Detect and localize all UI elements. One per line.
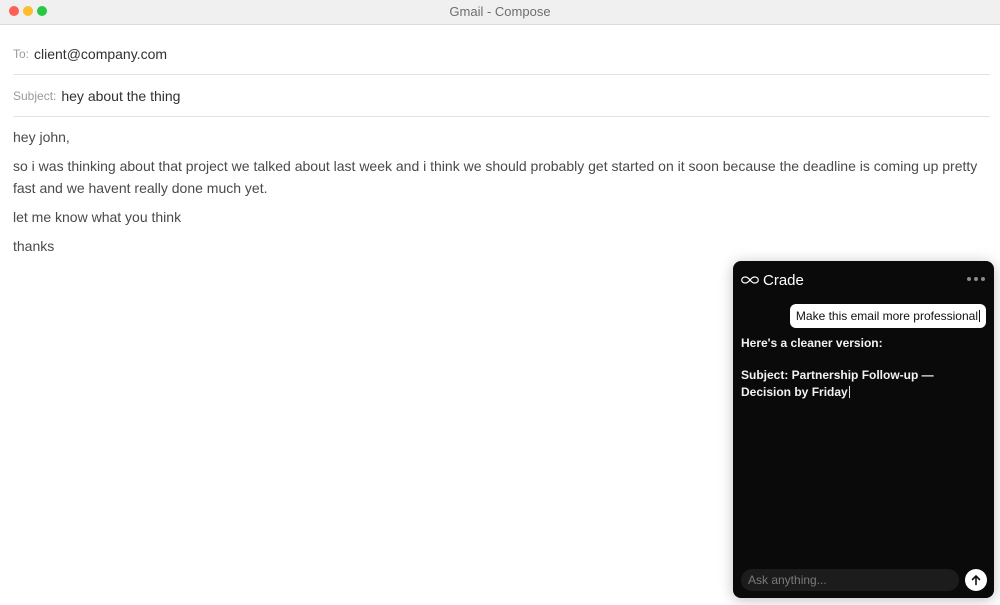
user-message-bubble: Make this email more professional: [789, 304, 986, 328]
email-body-editor[interactable]: hey john, so i was thinking about that p…: [13, 126, 993, 264]
window-title: Gmail - Compose: [449, 4, 551, 19]
window-titlebar: Gmail - Compose: [0, 0, 1000, 25]
body-closing-question: let me know what you think: [13, 209, 182, 225]
response-subject: Subject: Partnership Follow-up — Decisio…: [741, 368, 934, 399]
response-intro: Here's a cleaner version:: [741, 336, 883, 350]
send-button[interactable]: [965, 569, 987, 591]
infinity-icon: [741, 276, 759, 284]
response-subject-block: Subject: Partnership Follow-up — Decisio…: [741, 367, 951, 401]
assistant-name: Crade: [763, 271, 804, 289]
crade-assistant-panel: Crade Make this email more professional …: [733, 261, 994, 598]
body-greeting: hey john,: [13, 129, 70, 145]
body-paragraph: so i was thinking about that project we …: [13, 158, 978, 196]
text-cursor: [979, 310, 980, 322]
subject-field[interactable]: hey about the thing: [61, 88, 180, 104]
to-field[interactable]: client@company.com: [34, 46, 167, 62]
subject-label: Subject:: [13, 88, 57, 103]
user-message-text: Make this email more professional: [795, 309, 978, 323]
subject-field-row[interactable]: Subject: hey about the thing: [13, 75, 990, 117]
to-field-row[interactable]: To: client@company.com: [13, 33, 990, 75]
assistant-response: Here's a cleaner version: Subject: Partn…: [741, 335, 951, 401]
ask-input[interactable]: [741, 569, 959, 591]
to-label: To:: [13, 46, 30, 61]
body-signoff: thanks: [13, 238, 55, 254]
arrow-up-icon: [971, 575, 981, 586]
chat-input-wrapper: [741, 569, 959, 591]
crade-header: Crade: [741, 271, 804, 289]
more-dots-icon[interactable]: [967, 277, 985, 281]
streaming-cursor: [848, 386, 850, 398]
